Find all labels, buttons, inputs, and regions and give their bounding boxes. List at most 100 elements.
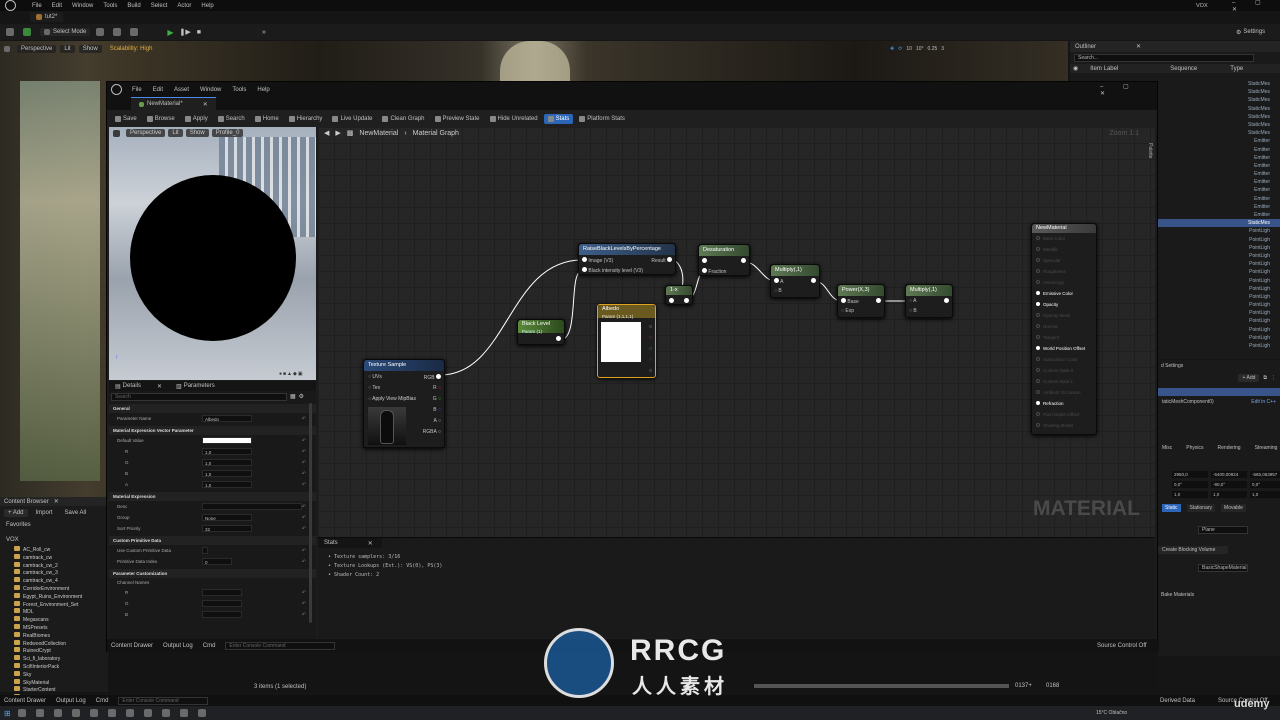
menu-item-build[interactable]: Build bbox=[127, 3, 140, 9]
category-tab[interactable]: Streaming bbox=[1255, 445, 1278, 451]
pin-exp[interactable]: ○ Exp bbox=[841, 308, 854, 314]
pin-mipbias[interactable]: ○ Apply View MipBias bbox=[368, 396, 416, 402]
menu-item-help[interactable]: Help bbox=[201, 3, 213, 9]
derived-data-button[interactable]: Derived Data bbox=[1160, 698, 1195, 704]
show-button[interactable]: Show bbox=[78, 44, 102, 53]
close-icon[interactable]: ✕ bbox=[1136, 43, 1141, 50]
folder-item[interactable]: Egypt_Ruins_Environment bbox=[0, 592, 108, 601]
category-tab[interactable]: Rendering bbox=[1218, 445, 1241, 451]
pin-a[interactable]: A bbox=[774, 278, 783, 285]
toolbar-hide-unrelated-button[interactable]: Hide Unrelated bbox=[486, 114, 542, 124]
toolbar-live-update-button[interactable]: Live Update bbox=[328, 114, 376, 124]
result-pin-opacity-mask[interactable]: Opacity Mask bbox=[1032, 310, 1096, 321]
reset-icon[interactable]: ↶ bbox=[302, 601, 306, 607]
outliner-row[interactable]: Emitter bbox=[1158, 211, 1280, 219]
unreal-logo-icon[interactable] bbox=[111, 84, 122, 95]
folder-item[interactable]: RealBiomes bbox=[0, 631, 108, 640]
unreal-logo-icon[interactable] bbox=[5, 0, 16, 11]
node-black-level[interactable]: Black Level Param (1) bbox=[517, 319, 565, 345]
outliner-row[interactable]: StaticMes bbox=[1158, 113, 1280, 121]
pin-a-out[interactable]: A ○ bbox=[434, 418, 441, 424]
pin-tex[interactable]: ○ Tex bbox=[368, 385, 380, 391]
channel-r-field[interactable] bbox=[202, 589, 242, 596]
folder-item[interactable]: camtrack_cw_2 bbox=[0, 561, 108, 570]
outliner-row[interactable]: Emitter bbox=[1158, 154, 1280, 162]
menu-item-select[interactable]: Select bbox=[151, 3, 168, 9]
material-graph[interactable]: ◀ ▶ ▩ NewMaterial › Material Graph Zoom 1:… bbox=[318, 127, 1155, 537]
preview-lit-button[interactable]: Lit bbox=[168, 129, 183, 137]
pin-rgba-out[interactable]: RGBA ○ bbox=[423, 429, 441, 435]
content-drawer-button[interactable]: Content Drawer bbox=[4, 698, 46, 704]
result-pin-emissive-color[interactable]: Emissive Color bbox=[1032, 288, 1096, 299]
reset-icon[interactable]: ↶ bbox=[302, 460, 306, 466]
sort-priority-field[interactable]: 32 bbox=[202, 525, 252, 532]
result-pin-base-color[interactable]: Base Color bbox=[1032, 233, 1096, 244]
outliner-row[interactable]: StaticMes bbox=[1158, 80, 1280, 88]
channel-names-row[interactable]: Channel Names bbox=[109, 578, 316, 587]
toolbar-browse-button[interactable]: Browse bbox=[143, 114, 179, 124]
details-search-input[interactable]: Search bbox=[111, 392, 287, 401]
pin-g-out[interactable]: G ○ bbox=[433, 396, 441, 402]
desc-field[interactable] bbox=[201, 503, 302, 510]
close-icon[interactable]: ✕ bbox=[54, 498, 59, 505]
mobility-static[interactable]: Static bbox=[1162, 504, 1181, 512]
reset-icon[interactable]: ↶ bbox=[302, 548, 306, 554]
more-icon[interactable]: » bbox=[262, 29, 266, 36]
folder-item[interactable]: AC_Roll_cw bbox=[0, 546, 108, 554]
me-output-log[interactable]: Output Log bbox=[163, 643, 193, 649]
preview-profile-button[interactable]: Profile_0 bbox=[211, 129, 244, 137]
reset-icon[interactable]: ↶ bbox=[302, 471, 306, 477]
rotate-icon[interactable]: ⟳ bbox=[898, 46, 902, 52]
output-log-button[interactable]: Output Log bbox=[56, 698, 86, 704]
pin-g-out[interactable]: ○ bbox=[649, 346, 652, 352]
preview-show-button[interactable]: Show bbox=[185, 129, 209, 137]
select-mode-button[interactable]: Select Mode bbox=[40, 28, 91, 36]
input-pin[interactable] bbox=[702, 258, 707, 263]
taskbar-app-icon[interactable] bbox=[35, 709, 44, 717]
outliner-row[interactable]: Emitter bbox=[1158, 186, 1280, 194]
output-pin[interactable] bbox=[741, 258, 746, 263]
source-control-icon[interactable] bbox=[23, 28, 31, 36]
pin-r-out[interactable]: ○ bbox=[649, 335, 652, 341]
cmd-button[interactable]: Cmd bbox=[96, 698, 109, 704]
col-type[interactable]: Type bbox=[1230, 66, 1243, 72]
windows-start-icon[interactable]: ⊞ bbox=[4, 709, 11, 718]
preview-viewport[interactable]: Perspective Lit Show Profile_0 ●■▲◆▣ ↑ bbox=[109, 127, 316, 380]
mesh-field[interactable]: Plane bbox=[1198, 526, 1248, 534]
mobility-movable[interactable]: Movable bbox=[1221, 504, 1246, 512]
pin-black-intensity[interactable]: Black intensity level (V3) bbox=[582, 267, 643, 274]
primitive-index-field[interactable]: 0 bbox=[202, 558, 232, 565]
me-content-drawer[interactable]: Content Drawer bbox=[111, 643, 153, 649]
folder-item[interactable]: camtrack_cw_4 bbox=[0, 577, 108, 585]
parameter-name-field[interactable]: Albedo bbox=[202, 415, 252, 422]
blueprint-icon[interactable] bbox=[113, 28, 122, 36]
result-pin-subsurface-color[interactable]: Subsurface Color bbox=[1032, 354, 1096, 365]
close-icon[interactable]: ✕ bbox=[203, 101, 208, 108]
taskbar-app-icon[interactable] bbox=[179, 709, 188, 717]
folder-item[interactable]: Megascans bbox=[0, 616, 108, 624]
stats-tab[interactable]: Stats ✕ bbox=[318, 538, 382, 548]
bake-materials-button[interactable]: Bake Materials bbox=[1161, 592, 1280, 598]
me-window-controls[interactable]: – ▢ ✕ bbox=[1100, 83, 1157, 97]
use-custom-checkbox[interactable] bbox=[202, 547, 208, 554]
pin-b[interactable]: ○ B bbox=[774, 288, 782, 294]
details-add-button[interactable]: + Add bbox=[1238, 374, 1260, 382]
folder-item[interactable]: ScifiInteriorPack bbox=[0, 662, 108, 671]
result-pin-custom-data-1[interactable]: Custom Data 1 bbox=[1032, 376, 1096, 387]
result-pin-shading-model[interactable]: Shading Model bbox=[1032, 420, 1096, 431]
pin-rgb-out[interactable]: ○ bbox=[649, 324, 652, 330]
me-menu-item-edit[interactable]: Edit bbox=[153, 87, 163, 93]
result-pin-normal[interactable]: Normal bbox=[1032, 321, 1096, 332]
outliner-row[interactable]: PointLigh bbox=[1158, 301, 1280, 309]
table-view-icon[interactable]: ▦ bbox=[290, 393, 296, 400]
result-pin-metallic[interactable]: Metallic bbox=[1032, 244, 1096, 255]
channel-b-field[interactable] bbox=[202, 611, 242, 618]
folder-item[interactable]: MSPresets bbox=[0, 623, 108, 632]
timeline-bar[interactable] bbox=[754, 684, 1009, 688]
edit-cpp-link[interactable]: Edit in C++ bbox=[1251, 399, 1276, 405]
transform-field[interactable]: 2950,0 bbox=[1172, 471, 1208, 478]
palette-tab[interactable]: Palette bbox=[1147, 143, 1153, 159]
node-one-minus[interactable]: 1-x bbox=[665, 285, 693, 305]
pin-uvs[interactable]: ○ UVs bbox=[368, 374, 382, 380]
me-menu-item-tools[interactable]: Tools bbox=[232, 87, 246, 93]
